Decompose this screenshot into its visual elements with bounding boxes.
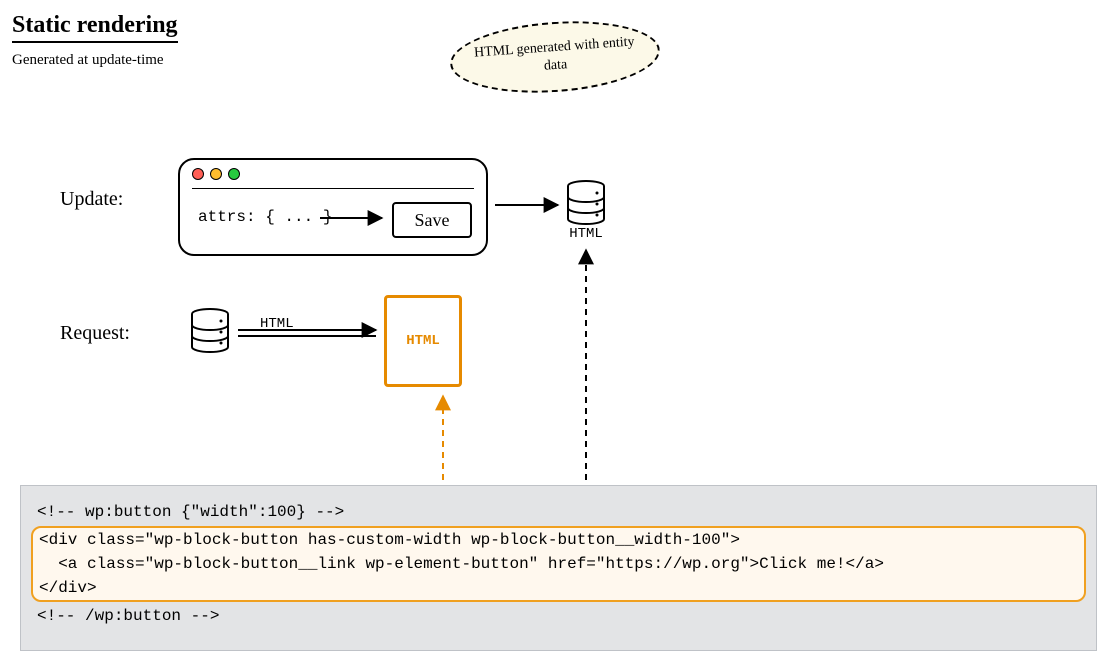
database-html-label: HTML — [566, 226, 606, 242]
row-label-update: Update: — [60, 188, 123, 211]
diagram-title: Static rendering — [12, 12, 178, 43]
row-label-request: Request: — [60, 322, 130, 345]
html-output-label: HTML — [406, 333, 440, 349]
window-traffic-lights — [192, 168, 240, 180]
traffic-red-icon — [192, 168, 204, 180]
code-line-3: <a class="wp-block-button__link wp-eleme… — [39, 555, 884, 573]
window-divider — [192, 188, 474, 189]
traffic-yellow-icon — [210, 168, 222, 180]
code-line-1: <!-- wp:button {"width":100} --> — [37, 503, 344, 521]
callout-bubble: HTML generated with entity data — [448, 15, 662, 99]
app-window: attrs: { ... } Save — [178, 158, 488, 256]
database-html-icon — [566, 180, 606, 225]
callout-text: HTML generated with entity data — [467, 33, 643, 81]
code-line-4: </div> — [39, 579, 97, 597]
database-request-icon — [190, 308, 230, 353]
code-line-2: <div class="wp-block-button has-custom-w… — [39, 531, 740, 549]
save-button[interactable]: Save — [392, 202, 472, 238]
diagram-subtitle: Generated at update-time — [12, 52, 164, 69]
code-highlight-block: <div class="wp-block-button has-custom-w… — [31, 526, 1086, 602]
code-panel: <!-- wp:button {"width":100} --> <div cl… — [20, 485, 1097, 651]
traffic-green-icon — [228, 168, 240, 180]
arrow-label-html: HTML — [260, 316, 294, 332]
html-output-box: HTML — [384, 295, 462, 387]
save-button-label: Save — [415, 210, 450, 231]
code-line-5: <!-- /wp:button --> — [37, 607, 219, 625]
attrs-code: attrs: { ... } — [198, 208, 332, 226]
